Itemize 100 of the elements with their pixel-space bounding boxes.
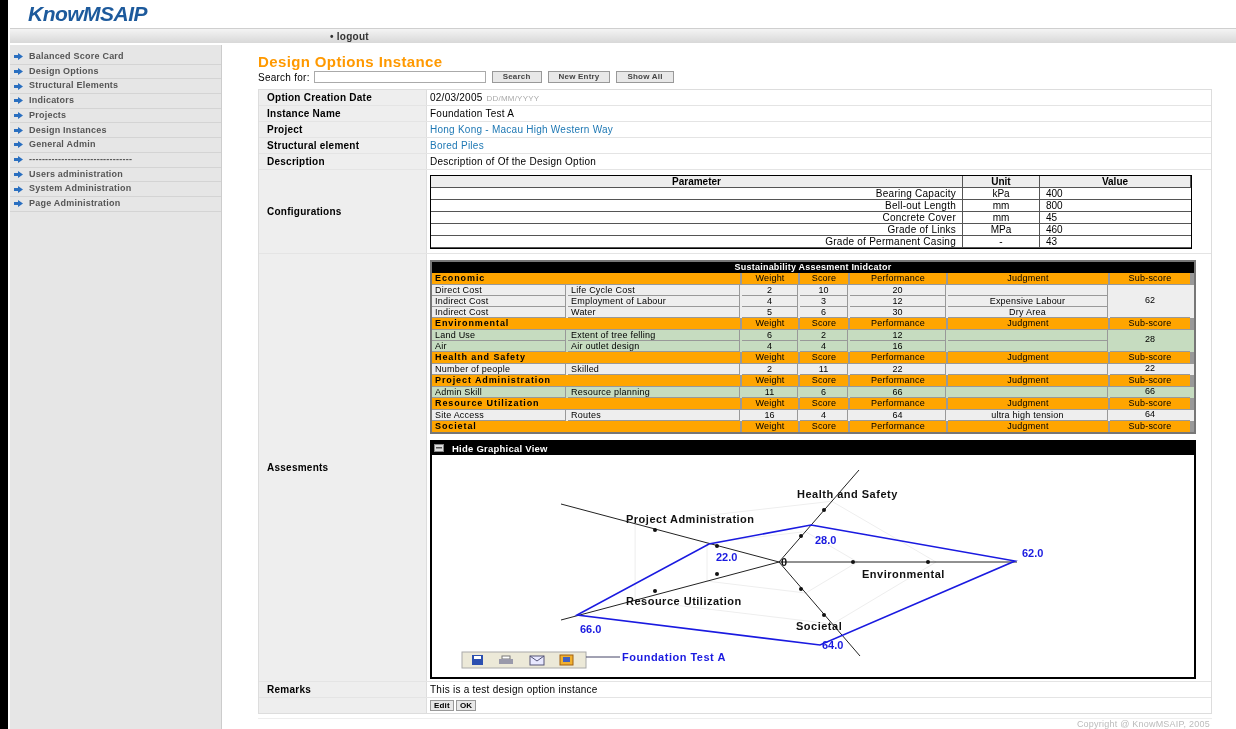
sidebar-item[interactable]: General Admin [10,138,221,153]
table-cell: Employment of Labour [568,295,740,307]
table-cell: Site Access [432,409,566,421]
table-cell: 16 [742,409,798,421]
search-field[interactable] [313,71,486,83]
logo: KnowMSAIP [28,1,147,28]
table-cell: Bearing Capacity [431,188,963,200]
sidebar-item[interactable]: Design Options [10,64,221,80]
axis-label: Societal [796,619,843,632]
category-header: Environmental [432,317,740,329]
table-cell: - [963,236,1040,248]
table-cell: kPa [963,188,1040,200]
form-button[interactable]: OK [455,700,477,711]
save-icon[interactable] [472,654,483,665]
email-icon[interactable] [529,655,545,665]
column-header: Weight [742,351,798,363]
tick-dot [926,559,930,564]
leader-line [585,656,621,657]
tick-dot [799,533,803,538]
field-label: Description [267,155,325,169]
table-cell: 66 [1110,386,1190,398]
table-cell: 12 [850,295,946,307]
table-cell: 10 [800,284,848,296]
table-cell: 4 [742,295,798,307]
table-cell: 28 [1110,329,1190,352]
table-cell: Routes [568,409,740,421]
field-value: This is a test design option instance [430,683,599,697]
table-cell: Expensive Labour [948,295,1108,307]
axis-label: Health and Safety [797,487,898,500]
axis-label: Project Administration [626,512,755,525]
sidebar-item[interactable]: Page Administration [10,196,221,212]
toolbar-button[interactable]: New Entry [547,71,611,83]
field-label: Option Creation Date [267,91,372,105]
column-header: Score [800,272,848,284]
table-cell: MPa [963,224,1040,236]
column-header: Performance [850,397,946,409]
sidebar-item[interactable]: Projects [10,108,221,124]
table-cell: 4 [742,340,798,352]
value-label: 66.0 [580,622,602,635]
axis-label: Environmental [862,567,945,580]
category-header: Resource Utilization [432,397,740,409]
column-header: Performance [850,420,946,432]
column-header: Judgment [948,317,1108,329]
column-header: Judgment [948,351,1108,363]
column-header: Sub-score [1110,374,1190,386]
table-cell: 2 [742,363,798,375]
column-header: Weight [742,374,798,386]
hide-graph-button[interactable]: Hide Graphical View [434,442,548,454]
column-header: Weight [742,272,798,284]
sidebar-item[interactable]: Design Instances [10,123,221,139]
table-cell: 460 [1040,224,1191,236]
table-cell: mm [963,212,1040,224]
sidebar-item[interactable]: Indicators [10,94,221,109]
column-header: Score [800,351,848,363]
sidebar-item[interactable]: Users administration [10,167,221,183]
sidebar-item[interactable]: Structural Elements [10,79,221,95]
sidebar-item[interactable]: -------------------------------- [10,152,221,168]
table-cell: Air outlet design [568,340,740,352]
tick-dot [822,507,826,512]
table-cell: 20 [850,284,946,296]
column-header: Score [800,317,848,329]
field-label: Remarks [267,683,311,697]
field-label: Configurations [267,205,342,219]
column-header: Unit [963,176,1040,188]
field-link[interactable]: Bored Piles [430,138,484,153]
value-label: 22.0 [716,550,738,563]
logout-link[interactable]: • logout [330,28,369,44]
table-cell: 6 [800,306,848,318]
column-header: Performance [850,317,946,329]
search-label: Search for: [258,70,310,85]
field-label: Project [267,123,303,137]
toolbar-button[interactable]: Search [491,71,542,83]
legend-label: Foundation Test A [622,650,726,663]
column-header: Judgment [948,374,1108,386]
table-cell: 5 [742,306,798,318]
table-cell: 66 [850,386,946,398]
category-header: Health and Safety [432,351,740,363]
column-header: Sub-score [1110,397,1190,409]
column-header: Score [800,374,848,386]
sidebar-item[interactable]: System Administration [10,182,221,197]
print-icon[interactable] [499,655,513,664]
column-header: Parameter [431,176,963,188]
table-cell: 6 [742,329,798,341]
field-link[interactable]: Hong Kong - Macau High Western Way [430,122,614,137]
export-icon[interactable] [559,654,574,665]
axis-label: Resource Utilization [626,594,742,607]
form-button[interactable]: Edit [430,700,454,711]
table-cell: Bell-out Length [431,200,963,212]
date-format-hint: DD/MM/YYYY [486,93,540,105]
sidebar-item[interactable]: Balanced Score Card [10,50,221,65]
table-cell: 22 [1110,363,1190,375]
table-cell: Number of people [432,363,566,375]
tick-dot [715,543,719,548]
table-cell: 64 [850,409,946,421]
tick-dot [851,559,855,564]
column-header: Weight [742,420,798,432]
table-cell: 62 [1110,284,1190,318]
window-icon [434,444,444,452]
toolbar-button[interactable]: Show All [616,71,674,83]
origin-label: 0 [781,555,788,568]
